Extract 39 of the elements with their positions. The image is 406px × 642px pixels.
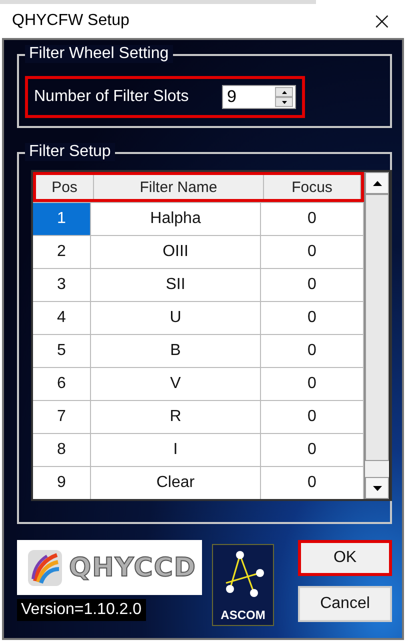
- table-cell[interactable]: B: [91, 335, 261, 367]
- table-cell[interactable]: V: [91, 368, 261, 400]
- table-cell[interactable]: Halpha: [91, 203, 261, 235]
- scrollbar[interactable]: [364, 172, 389, 499]
- table-cell[interactable]: 1: [33, 203, 91, 235]
- spin-down-icon[interactable]: [275, 97, 293, 107]
- table-cell[interactable]: 9: [33, 467, 91, 499]
- table-cell[interactable]: R: [91, 401, 261, 433]
- group-title: Filter Wheel Setting: [25, 45, 173, 63]
- swirl-logo-icon: [27, 548, 63, 586]
- slots-label: Number of Filter Slots: [34, 88, 190, 106]
- table-cell[interactable]: 7: [33, 401, 91, 433]
- table-cell[interactable]: 4: [33, 302, 91, 334]
- table-cell[interactable]: 6: [33, 368, 91, 400]
- column-header[interactable]: Filter Name: [94, 175, 264, 199]
- table-cell[interactable]: 3: [33, 269, 91, 301]
- table-cell[interactable]: U: [91, 302, 261, 334]
- slots-spinner[interactable]: 9: [222, 85, 296, 109]
- table-cell[interactable]: OIII: [91, 236, 261, 268]
- dialog-button[interactable]: Cancel: [298, 586, 392, 622]
- ascom-text: ASCOM: [220, 608, 266, 622]
- dialog-button[interactable]: OK: [298, 540, 392, 576]
- scroll-up-icon[interactable]: [365, 172, 389, 194]
- table-cell[interactable]: 2: [33, 236, 91, 268]
- table-cell[interactable]: SII: [91, 269, 261, 301]
- table-cell[interactable]: 5: [33, 335, 91, 367]
- table-cell[interactable]: Clear: [91, 467, 261, 499]
- column-header[interactable]: Focus: [264, 175, 361, 199]
- window-title: QHYCFW Setup: [12, 12, 130, 30]
- version-text: Version=1.10.2.0: [17, 599, 146, 621]
- spin-up-icon[interactable]: [275, 87, 293, 97]
- logo-text: QHYCCD: [69, 552, 197, 582]
- table-cell[interactable]: I: [91, 434, 261, 466]
- scroll-thumb[interactable]: [365, 194, 389, 461]
- table-cell[interactable]: 8: [33, 434, 91, 466]
- scroll-down-icon[interactable]: [365, 477, 389, 499]
- column-header[interactable]: Pos: [36, 175, 94, 199]
- group-title: Filter Setup: [25, 143, 115, 161]
- close-button[interactable]: ×: [368, 7, 396, 35]
